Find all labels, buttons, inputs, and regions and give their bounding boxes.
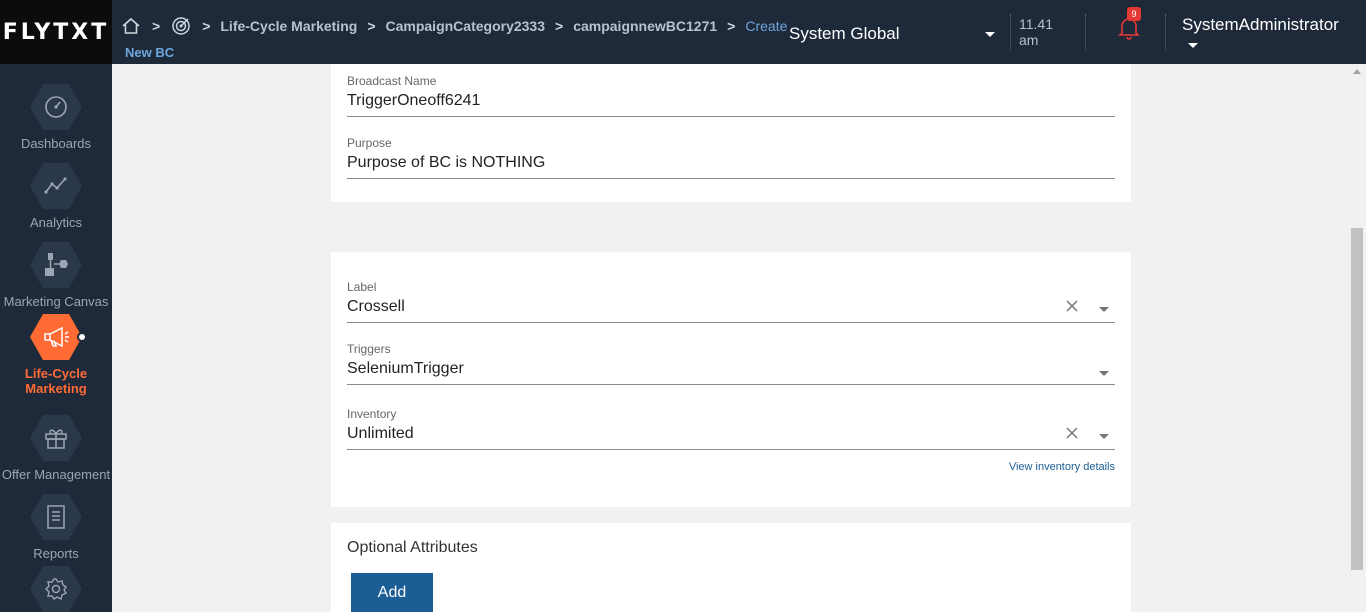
target-icon[interactable] (170, 15, 192, 37)
sidebar-item-offer-management[interactable]: Offer Management (0, 415, 112, 482)
breadcrumb-new-bc: New BC (125, 45, 175, 60)
sidebar-item-dashboards[interactable]: Dashboards (0, 84, 112, 151)
add-button[interactable]: Add (351, 573, 433, 612)
chevron-down-icon[interactable] (1099, 371, 1109, 376)
inventory-label: Inventory (347, 407, 397, 421)
purpose-input[interactable]: Purpose of BC is NOTHING (347, 154, 1115, 179)
triggers-label: Triggers (347, 342, 391, 356)
sidebar-item-reports[interactable]: Reports (0, 494, 112, 561)
triggers-select-value: SeleniumTrigger (347, 360, 464, 377)
basic-info-card: Broadcast Name TriggerOneoff6241 Purpose… (331, 64, 1131, 202)
org-select[interactable]: System Global (789, 24, 999, 44)
targeting-card: Label Crossell Triggers SeleniumTrigger … (331, 252, 1131, 507)
sidebar-item-settings[interactable] (0, 566, 112, 612)
view-inventory-link[interactable]: View inventory details (1009, 461, 1115, 473)
breadcrumb-campaign[interactable]: campaignnewBC1271 (573, 18, 717, 34)
triggers-select[interactable]: SeleniumTrigger (347, 360, 1115, 385)
dashboard-icon (45, 96, 67, 118)
sidebar-item-analytics[interactable]: Analytics (0, 163, 112, 230)
sidebar-item-label: Dashboards (20, 136, 92, 151)
sidebar-item-label: Offer Management (1, 467, 111, 482)
chevron-down-icon[interactable] (1099, 434, 1109, 439)
scroll-up-icon[interactable] (1353, 69, 1361, 74)
active-indicator (77, 332, 87, 342)
triggers-field[interactable]: Triggers SeleniumTrigger (347, 342, 1115, 385)
sidebar-item-lifecycle-marketing[interactable]: Life-Cycle Marketing (0, 314, 112, 396)
breadcrumb-category[interactable]: CampaignCategory2333 (386, 18, 546, 34)
sidebar: Dashboards Analytics Marketing Canvas Li… (0, 64, 112, 612)
inventory-select[interactable]: Unlimited (347, 425, 1115, 450)
chevron-right-icon: > (727, 18, 736, 34)
divider (1010, 14, 1011, 50)
purpose-label: Purpose (347, 136, 392, 150)
chevron-down-icon[interactable] (1188, 43, 1198, 48)
label-select[interactable]: Crossell (347, 298, 1115, 323)
chevron-right-icon: > (367, 18, 376, 34)
clock-time: 11.41 (1019, 16, 1053, 32)
clock: 11.41 am (1019, 16, 1053, 48)
home-icon[interactable] (120, 15, 142, 37)
clear-icon[interactable] (1065, 299, 1079, 313)
chevron-right-icon: > (555, 18, 564, 34)
broadcast-name-input[interactable]: TriggerOneoff6241 (347, 92, 1115, 117)
divider (1085, 14, 1086, 50)
optional-attributes-title: Optional Attributes (347, 539, 478, 556)
settings-icon (45, 578, 68, 601)
scrollbar-thumb[interactable] (1351, 228, 1363, 570)
notification-badge: 9 (1127, 7, 1141, 21)
megaphone-icon (44, 326, 69, 348)
top-bar: FLYTXT > > Life-Cycle Marketing > Campai… (0, 0, 1366, 64)
sidebar-item-marketing-canvas[interactable]: Marketing Canvas (0, 242, 112, 309)
breadcrumb: > > Life-Cycle Marketing > CampaignCateg… (120, 14, 787, 38)
purpose-field[interactable]: Purpose Purpose of BC is NOTHING (347, 136, 1115, 179)
report-icon (47, 505, 65, 529)
sidebar-item-label: Reports (33, 546, 79, 561)
clear-icon[interactable] (1065, 426, 1079, 440)
analytics-icon (44, 177, 67, 194)
label-select-value: Crossell (347, 298, 405, 315)
user-menu[interactable]: SystemAdministrator (1182, 15, 1339, 35)
breadcrumb-lifecycle[interactable]: Life-Cycle Marketing (220, 18, 357, 34)
label-field-label: Label (347, 280, 377, 294)
divider (1165, 14, 1166, 50)
brand-logo[interactable]: FLYTXT (0, 0, 112, 64)
org-select-value: System Global (789, 24, 900, 43)
optional-attributes-card: Optional Attributes Add (331, 523, 1131, 612)
chevron-down-icon (985, 32, 995, 37)
sidebar-item-label: Life-Cycle Marketing (24, 366, 88, 396)
breadcrumb-create[interactable]: Create (745, 18, 787, 34)
chevron-down-icon[interactable] (1099, 307, 1109, 312)
label-field[interactable]: Label Crossell (347, 280, 1115, 323)
broadcast-name-label: Broadcast Name (347, 74, 437, 88)
chevron-right-icon: > (152, 18, 161, 34)
inventory-select-value: Unlimited (347, 425, 414, 442)
canvas-icon (45, 253, 68, 276)
gift-icon (45, 429, 67, 449)
inventory-field[interactable]: Inventory Unlimited (347, 407, 1115, 450)
broadcast-name-field[interactable]: Broadcast Name TriggerOneoff6241 (347, 74, 1115, 117)
sidebar-item-label: Marketing Canvas (3, 294, 109, 309)
scrollbar[interactable] (1349, 64, 1366, 612)
chevron-right-icon: > (202, 18, 211, 34)
clock-period: am (1019, 32, 1039, 48)
sidebar-item-label: Analytics (29, 215, 83, 230)
